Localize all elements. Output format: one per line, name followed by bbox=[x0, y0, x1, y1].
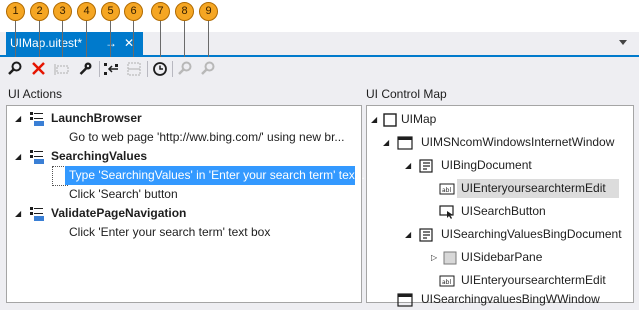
leader-8 bbox=[184, 21, 185, 61]
control-node-bing-window[interactable]: UISearchingvaluesBingWWindow bbox=[397, 290, 631, 309]
callout-4: 4 bbox=[77, 2, 96, 21]
callout-9: 9 bbox=[199, 2, 218, 21]
callout-2: 2 bbox=[30, 2, 49, 21]
toolbar bbox=[0, 57, 639, 81]
tree-node-label: ValidatePageNavigation bbox=[51, 206, 187, 220]
window-icon bbox=[397, 136, 413, 156]
callout-8: 8 bbox=[175, 2, 194, 21]
map-icon bbox=[383, 113, 397, 133]
control-node-search-edit[interactable]: abl UIEnteryoursearchtermEdit bbox=[439, 179, 629, 198]
document-tab-strip: UIMap.uitest* → ✕ bbox=[0, 32, 639, 57]
locate-icon[interactable] bbox=[198, 59, 218, 79]
tree-node-label: SearchingValues bbox=[51, 149, 148, 163]
control-node-label: UISidebarPane bbox=[461, 250, 543, 264]
leader-9 bbox=[208, 21, 209, 61]
control-node-search-edit-2[interactable]: abl UIEnteryoursearchtermEdit bbox=[439, 271, 629, 290]
action-step[interactable]: Click 'Enter your search term' text box bbox=[69, 223, 270, 242]
control-node-label: UISearchButton bbox=[461, 204, 546, 218]
ui-control-map-tree[interactable]: ◢ UIMap ◢ UIMSNcomWindowsInternetWindow … bbox=[366, 105, 634, 307]
toolbar-separator bbox=[147, 61, 148, 77]
leader-7 bbox=[160, 21, 161, 61]
toolbar-separator bbox=[99, 61, 100, 77]
tab-title: UIMap.uitest* bbox=[10, 36, 83, 50]
control-node-sidebar-pane[interactable]: ▷ UISidebarPane bbox=[431, 248, 631, 267]
control-node-bing-document[interactable]: ◢ UIBingDocument bbox=[405, 156, 631, 175]
leader-1 bbox=[15, 21, 16, 61]
callout-6: 6 bbox=[124, 2, 143, 21]
toolbar-separator bbox=[172, 61, 173, 77]
locate-all-icon[interactable] bbox=[175, 59, 195, 79]
tree-node-launchbrowser[interactable]: ◢ LaunchBrowser bbox=[15, 109, 345, 128]
tab-list-dropdown-icon[interactable] bbox=[619, 40, 627, 45]
pin-icon[interactable]: → bbox=[105, 32, 117, 55]
action-group-icon bbox=[29, 206, 45, 228]
delete-icon[interactable] bbox=[29, 59, 49, 79]
button-icon bbox=[439, 205, 455, 225]
find-icon[interactable] bbox=[5, 59, 25, 79]
control-node-label: UISearchingValuesBingDocument bbox=[441, 227, 622, 241]
control-node-label: UIEnteryoursearchtermEdit bbox=[461, 273, 606, 287]
control-node-label: UIEnteryoursearchtermEdit bbox=[461, 181, 606, 195]
leader-2 bbox=[39, 21, 40, 61]
control-node-label: UIBingDocument bbox=[441, 158, 532, 172]
leader-6 bbox=[133, 21, 134, 61]
control-node-searching-document[interactable]: ◢ UISearchingValuesBingDocument bbox=[405, 225, 631, 244]
control-node-window[interactable]: ◢ UIMSNcomWindowsInternetWindow bbox=[383, 133, 631, 152]
control-node-label: UIMap bbox=[401, 112, 437, 126]
control-node-label: UISearchingvaluesBingWWindow bbox=[421, 292, 600, 306]
action-group-icon bbox=[29, 149, 45, 171]
tab-uimap[interactable]: UIMap.uitest* → ✕ bbox=[6, 32, 143, 57]
ui-actions-tree[interactable]: ◢ LaunchBrowser Go to web page 'http://w… bbox=[6, 105, 365, 303]
tree-node-label: LaunchBrowser bbox=[51, 111, 142, 125]
callout-1: 1 bbox=[6, 2, 25, 21]
tree-node-searchingvalues[interactable]: ◢ SearchingValues bbox=[15, 147, 345, 166]
split-icon[interactable] bbox=[124, 59, 144, 79]
expanded-arrow-icon[interactable]: ◢ bbox=[15, 204, 21, 223]
expanded-arrow-icon[interactable]: ◢ bbox=[15, 147, 21, 166]
leader-5 bbox=[110, 21, 111, 61]
tree-node-validatepagenavigation[interactable]: ◢ ValidatePageNavigation bbox=[15, 204, 345, 223]
callout-5: 5 bbox=[101, 2, 120, 21]
expanded-arrow-icon[interactable]: ◢ bbox=[383, 133, 389, 152]
expanded-arrow-icon[interactable]: ◢ bbox=[405, 225, 411, 244]
action-group-icon bbox=[29, 111, 45, 133]
document-icon bbox=[419, 228, 433, 248]
expanded-arrow-icon[interactable]: ◢ bbox=[405, 156, 411, 175]
leader-4 bbox=[86, 21, 87, 61]
textbox-icon: abl bbox=[439, 182, 455, 202]
pane-icon bbox=[443, 251, 457, 271]
action-step[interactable]: Go to web page 'http://ww.bing.com/' usi… bbox=[69, 128, 344, 147]
ui-actions-label: UI Actions bbox=[8, 87, 63, 101]
rename-icon[interactable] bbox=[52, 59, 72, 79]
editor-panels: UI Actions UI Control Map ◢ LaunchBrowse… bbox=[0, 81, 639, 310]
properties-icon[interactable] bbox=[76, 59, 96, 79]
control-node-uimap[interactable]: ◢ UIMap bbox=[371, 110, 631, 129]
callout-7: 7 bbox=[151, 2, 170, 21]
svg-text:abl: abl bbox=[442, 187, 451, 194]
insert-step-icon[interactable] bbox=[101, 59, 121, 79]
delay-icon[interactable] bbox=[150, 59, 170, 79]
control-node-search-button[interactable]: UISearchButton bbox=[439, 202, 629, 221]
collapsed-arrow-icon[interactable]: ▷ bbox=[431, 248, 437, 267]
window-icon bbox=[397, 293, 413, 310]
svg-text:abl: abl bbox=[442, 279, 451, 286]
expanded-arrow-icon[interactable]: ◢ bbox=[15, 109, 21, 128]
ui-control-map-label: UI Control Map bbox=[366, 87, 447, 101]
document-icon bbox=[419, 159, 433, 179]
leader-3 bbox=[62, 21, 63, 61]
action-step[interactable]: Click 'Search' button bbox=[69, 185, 178, 204]
action-step-selected[interactable]: Type 'SearchingValues' in 'Enter your se… bbox=[65, 166, 365, 185]
control-node-label: UIMSNcomWindowsInternetWindow bbox=[421, 135, 615, 149]
expanded-arrow-icon[interactable]: ◢ bbox=[371, 110, 377, 129]
callout-3: 3 bbox=[53, 2, 72, 21]
